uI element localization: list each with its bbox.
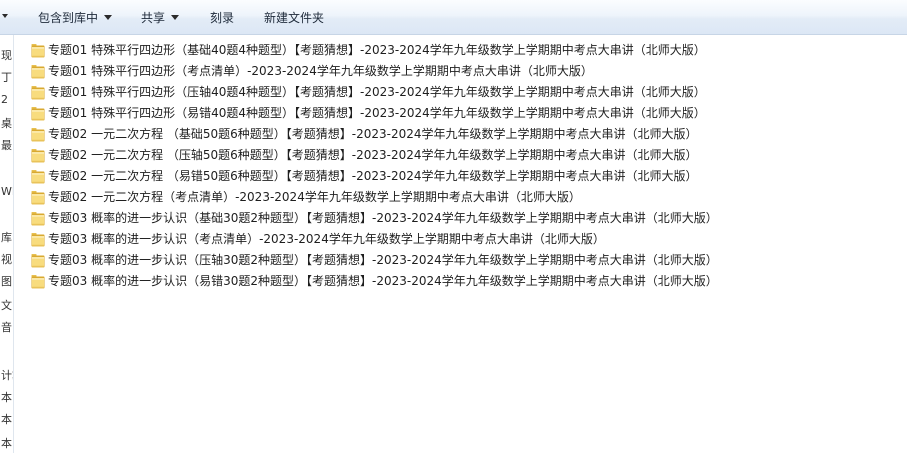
- nav-item[interactable]: 图: [1, 275, 13, 289]
- nav-item[interactable]: 桌: [1, 117, 13, 131]
- organize-chevron-icon[interactable]: [2, 14, 8, 18]
- list-item[interactable]: 专题01 特殊平行四边形（基础40题4种题型）【考题猜想】-2023-2024学…: [28, 40, 898, 61]
- nav-item[interactable]: 最: [1, 139, 13, 153]
- nav-item[interactable]: 音: [1, 321, 13, 335]
- file-name: 专题02 一元二次方程（考点清单）-2023-2024学年九年级数学上学期期中考…: [48, 190, 581, 204]
- list-item[interactable]: 专题01 特殊平行四边形（考点清单）-2023-2024学年九年级数学上学期期中…: [28, 61, 898, 82]
- nav-item[interactable]: 库: [1, 231, 13, 245]
- list-item[interactable]: 专题03 概率的进一步认识（基础30题2种题型）【考题猜想】-2023-2024…: [28, 208, 898, 229]
- share-button[interactable]: 共享: [141, 9, 180, 27]
- file-name: 专题02 一元二次方程 （易错50题6种题型）【考题猜想】-2023-2024学…: [48, 169, 698, 183]
- list-item[interactable]: 专题01 特殊平行四边形（易错40题4种题型）【考题猜想】-2023-2024学…: [28, 103, 898, 124]
- file-name: 专题02 一元二次方程 （压轴50题6种题型）【考题猜想】-2023-2024学…: [48, 148, 698, 162]
- burn-label: 刻录: [210, 11, 235, 25]
- new-folder-label: 新建文件夹: [264, 11, 325, 25]
- new-folder-button[interactable]: 新建文件夹: [264, 9, 324, 27]
- file-name: 专题02 一元二次方程 （基础50题6种题型）【考题猜想】-2023-2024学…: [48, 127, 698, 141]
- list-item[interactable]: 专题01 特殊平行四边形（压轴40题4种题型）【考题猜想】-2023-2024学…: [28, 82, 898, 103]
- chevron-down-icon: [171, 15, 180, 20]
- nav-item[interactable]: WF: [1, 185, 13, 199]
- explorer-window: 包含到库中 共享 刻录 新建文件夹 现 丁 2 桌 最 WF 库 视 图 文 音…: [0, 0, 907, 453]
- list-item[interactable]: 专题02 一元二次方程 （压轴50题6种题型）【考题猜想】-2023-2024学…: [28, 145, 898, 166]
- list-item[interactable]: 专题03 概率的进一步认识（考点清单）-2023-2024学年九年级数学上学期期…: [28, 229, 898, 250]
- folder-icon: [31, 254, 45, 268]
- file-name: 专题01 特殊平行四边形（基础40题4种题型）【考题猜想】-2023-2024学…: [48, 43, 706, 57]
- folder-icon: [31, 44, 45, 58]
- file-name: 专题03 概率的进一步认识（易错30题2种题型）【考题猜想】-2023-2024…: [48, 274, 718, 288]
- folder-icon: [31, 170, 45, 184]
- include-in-library-button[interactable]: 包含到库中: [38, 9, 113, 27]
- folder-icon: [31, 107, 45, 121]
- nav-item[interactable]: 本: [1, 437, 13, 451]
- folder-icon: [31, 149, 45, 163]
- nav-item[interactable]: 2: [1, 93, 13, 107]
- nav-item[interactable]: 文: [1, 299, 13, 313]
- list-item[interactable]: 专题02 一元二次方程 （易错50题6种题型）【考题猜想】-2023-2024学…: [28, 166, 898, 187]
- share-label: 共享: [141, 11, 166, 25]
- list-item[interactable]: 专题02 一元二次方程（考点清单）-2023-2024学年九年级数学上学期期中考…: [28, 187, 898, 208]
- file-name: 专题01 特殊平行四边形（考点清单）-2023-2024学年九年级数学上学期期中…: [48, 64, 593, 78]
- nav-item[interactable]: 视: [1, 253, 13, 267]
- folder-icon: [31, 65, 45, 79]
- folder-icon: [31, 233, 45, 247]
- list-item[interactable]: 专题03 概率的进一步认识（易错30题2种题型）【考题猜想】-2023-2024…: [28, 271, 898, 292]
- list-item[interactable]: 专题02 一元二次方程 （基础50题6种题型）【考题猜想】-2023-2024学…: [28, 124, 898, 145]
- list-item[interactable]: 专题03 概率的进一步认识（压轴30题2种题型）【考题猜想】-2023-2024…: [28, 250, 898, 271]
- file-name: 专题01 特殊平行四边形（压轴40题4种题型）【考题猜想】-2023-2024学…: [48, 85, 706, 99]
- navigation-pane[interactable]: 现 丁 2 桌 最 WF 库 视 图 文 音 计算 本 本 本: [0, 35, 13, 453]
- folder-icon: [31, 275, 45, 289]
- file-name: 专题03 概率的进一步认识（压轴30题2种题型）【考题猜想】-2023-2024…: [48, 253, 718, 267]
- pane-splitter[interactable]: [13, 35, 14, 453]
- file-name: 专题01 特殊平行四边形（易错40题4种题型）【考题猜想】-2023-2024学…: [48, 106, 706, 120]
- folder-icon: [31, 212, 45, 226]
- nav-item[interactable]: 计算: [1, 369, 13, 383]
- folder-icon: [31, 191, 45, 205]
- nav-item[interactable]: 本: [1, 391, 13, 405]
- nav-item[interactable]: 本: [1, 413, 13, 427]
- file-name: 专题03 概率的进一步认识（考点清单）-2023-2024学年九年级数学上学期期…: [48, 232, 605, 246]
- command-bar: 包含到库中 共享 刻录 新建文件夹: [0, 0, 907, 35]
- file-list: 专题01 特殊平行四边形（基础40题4种题型）【考题猜想】-2023-2024学…: [28, 40, 898, 292]
- chevron-down-icon: [104, 15, 113, 20]
- nav-item[interactable]: 现: [1, 49, 13, 63]
- nav-item[interactable]: 丁: [1, 71, 13, 85]
- folder-icon: [31, 128, 45, 142]
- include-in-library-label: 包含到库中: [38, 11, 99, 25]
- file-name: 专题03 概率的进一步认识（基础30题2种题型）【考题猜想】-2023-2024…: [48, 211, 718, 225]
- burn-button[interactable]: 刻录: [210, 9, 234, 27]
- folder-icon: [31, 86, 45, 100]
